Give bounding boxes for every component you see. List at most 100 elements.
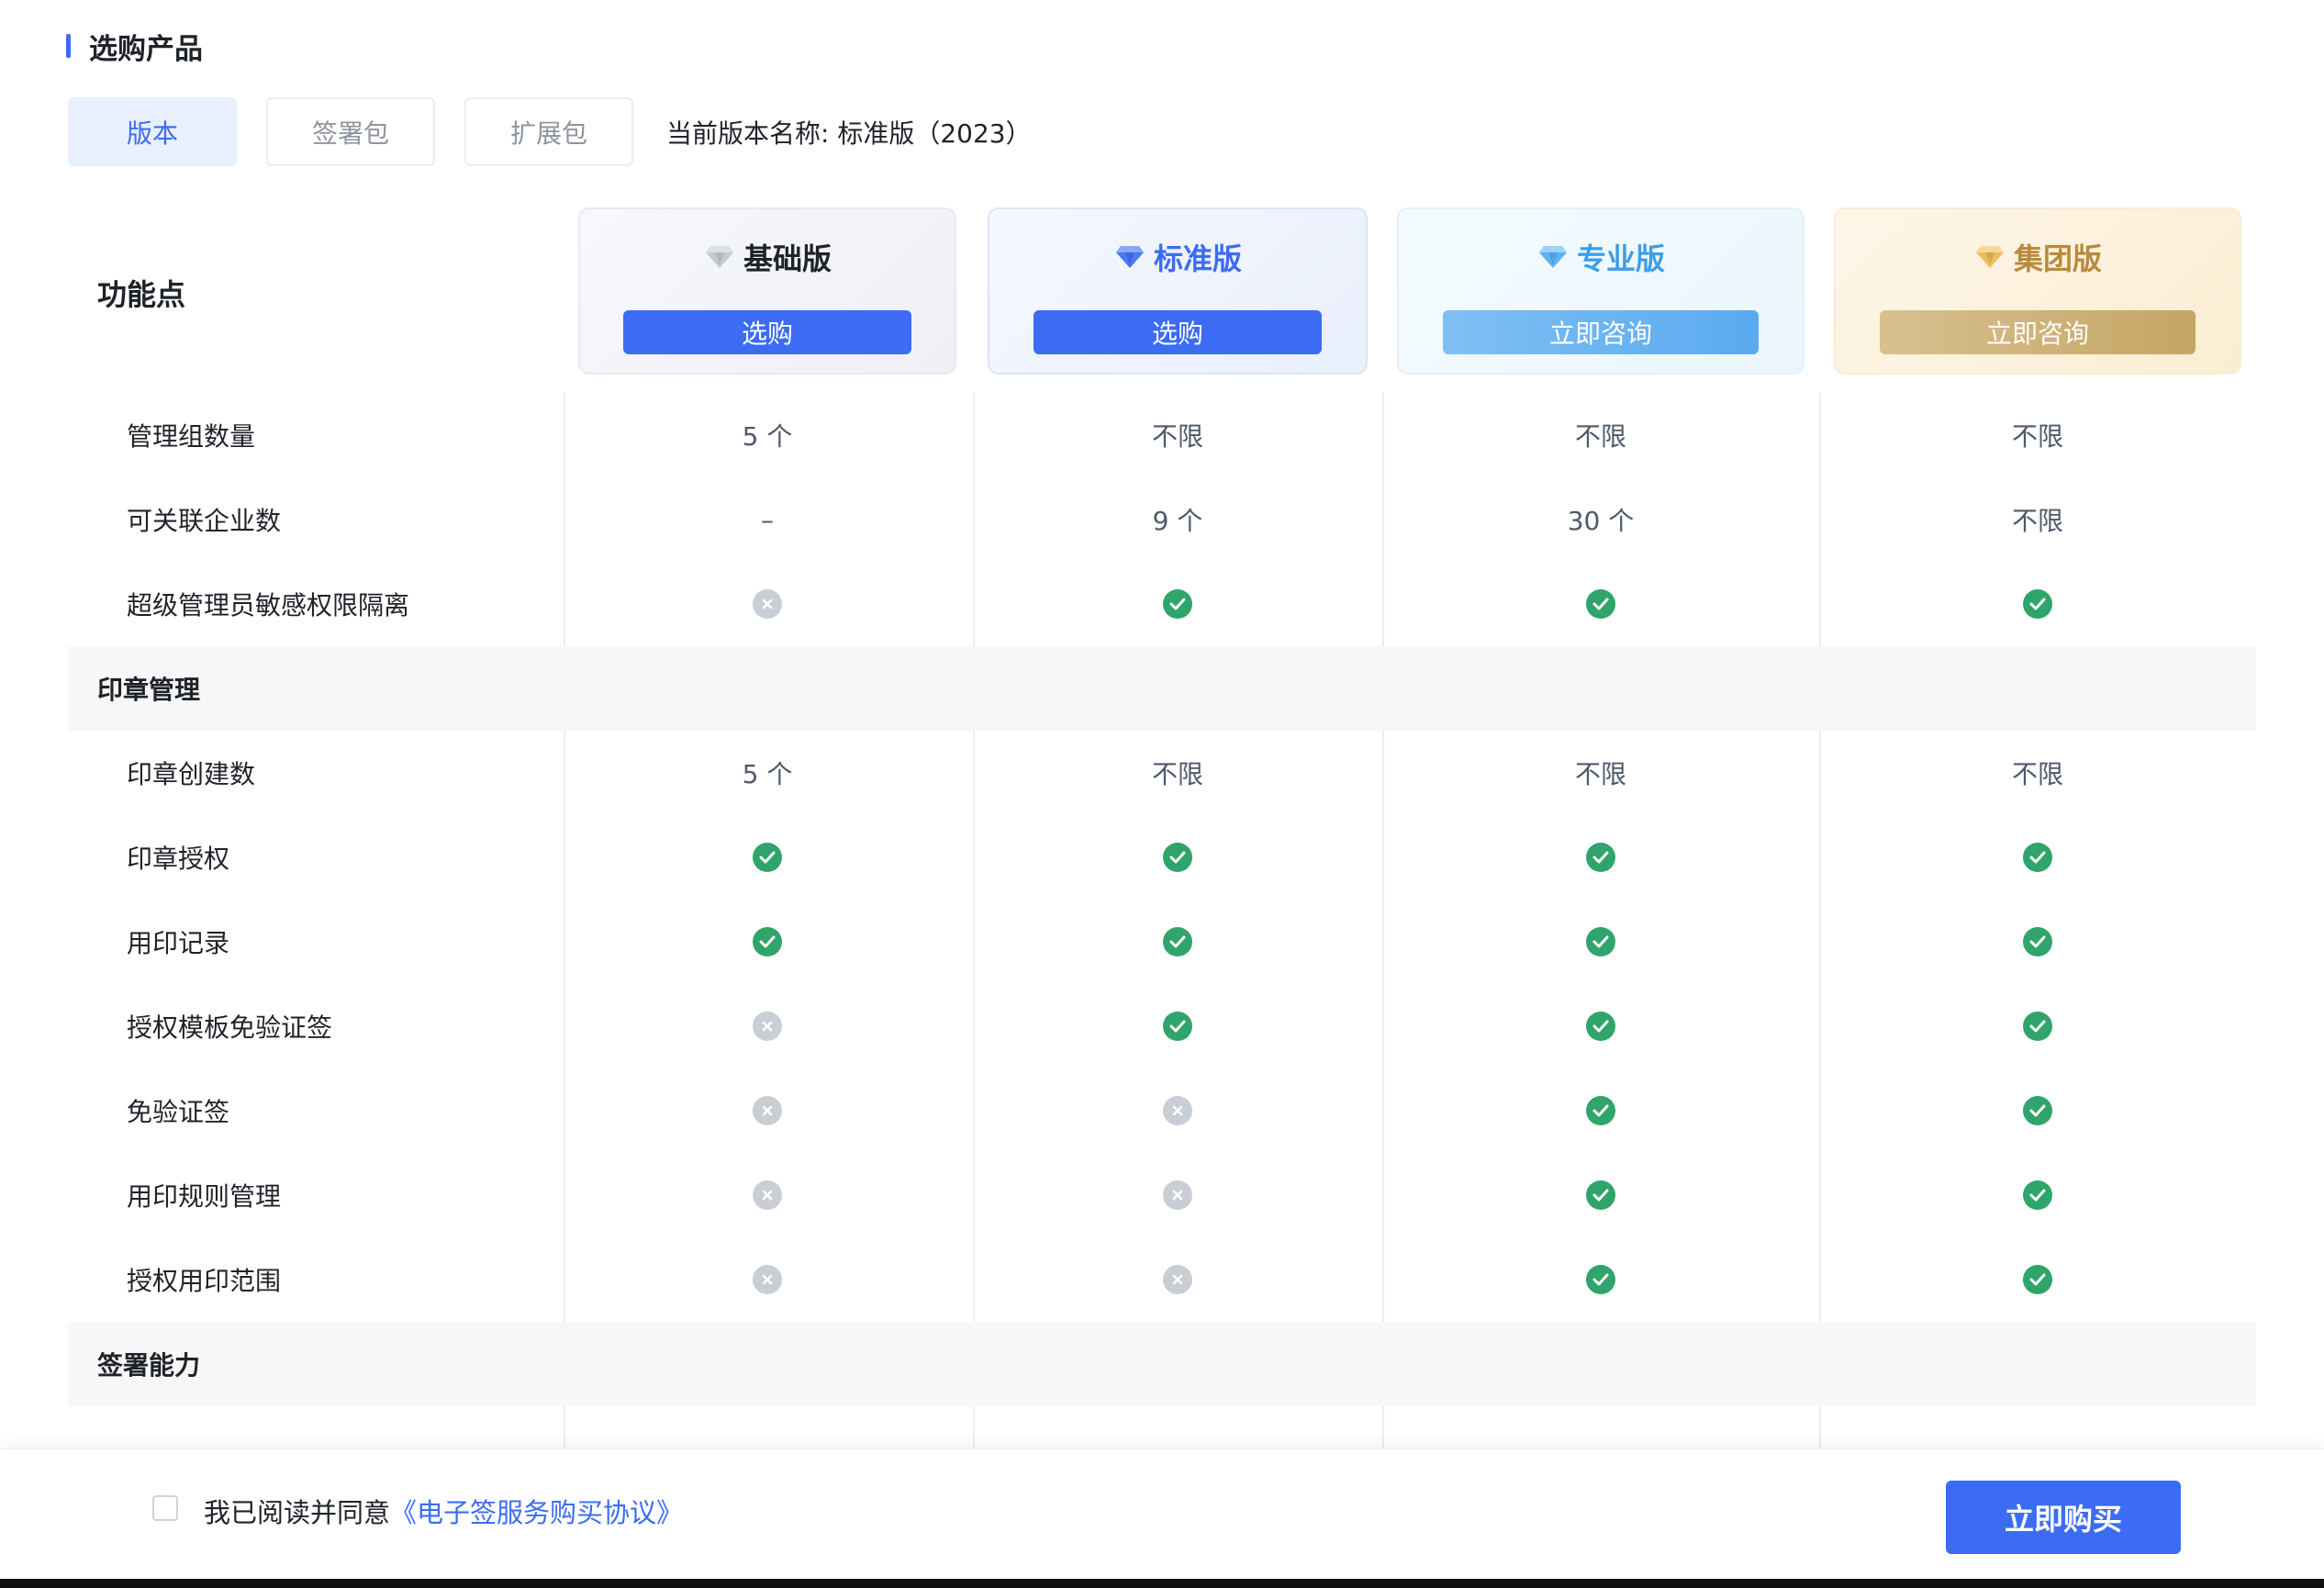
table-cell [564,1068,971,1153]
table-cell-value: 9 个 [1152,506,1203,536]
check-circle-icon [1586,927,1615,956]
cross-circle-icon [753,1012,782,1041]
agreement-text: 我已阅读并同意《电子签服务购买协议》 [204,1492,683,1530]
group-label: 签署能力 [97,1350,201,1381]
cross-circle-icon [753,1180,782,1210]
check-circle-icon [1163,589,1192,619]
diamond-icon [1113,240,1146,274]
feature-label: 可关联企业数 [127,506,282,536]
table-header: 功能点 基础版 选购 标准版 选购 专业版 立即咨询 集团版 立即咨询 [68,207,2256,380]
table-cell [1819,815,2256,900]
table-cell [1819,984,2256,1068]
table-cell [973,1068,1382,1153]
tab-version[interactable]: 版本 [68,97,237,166]
cross-circle-icon [1163,1265,1192,1294]
table-cell-value: 不限 [1151,421,1203,452]
table-row: 印章授权 [68,815,2256,900]
table-cell-value: 30 个 [1567,506,1635,536]
table-cell [1819,1237,2256,1322]
table-row: 管理组数量 5 个 不限 不限 不限 [68,393,2256,477]
table-cell [564,984,971,1068]
check-circle-icon [1163,1012,1192,1041]
table-cell [973,1237,1382,1322]
tab-signing-pack[interactable]: 签署包 [266,97,435,166]
agreement-checkbox[interactable] [152,1495,178,1521]
feature-label: 用印记录 [127,928,230,958]
diamond-icon [1536,240,1570,274]
table-cell [973,1153,1382,1237]
consult-group-button[interactable]: 立即咨询 [1880,310,2196,354]
table-cell-value: – [761,504,774,535]
diamond-icon [1973,240,2006,274]
check-circle-icon [1586,1180,1615,1210]
table-cell [973,900,1382,984]
table-cell [564,815,971,900]
plan-name-standard: 标准版 [1153,241,1242,276]
table-cell [564,1237,971,1322]
check-circle-icon [2023,1265,2052,1294]
table-cell [1382,562,1819,646]
check-circle-icon [2023,1012,2052,1041]
table-cell [973,984,1382,1068]
agreement-link[interactable]: 《电子签服务购买协议》 [390,1497,683,1528]
section-accent-bar [66,34,71,58]
check-circle-icon [1586,843,1615,872]
plan-name-pro: 专业版 [1576,241,1665,276]
section-header: 选购产品 [66,28,203,66]
table-row: 免验证签 [68,1068,2256,1153]
table-cell [564,1153,971,1237]
table-cell-value: 不限 [2011,506,2063,536]
cross-circle-icon [1163,1180,1192,1210]
group-row: 签署能力 [68,1322,2256,1406]
check-circle-icon [2023,1096,2052,1125]
buy-now-button[interactable]: 立即购买 [1946,1481,2181,1554]
consult-pro-button[interactable]: 立即咨询 [1443,310,1759,354]
table-row: 用印规则管理 [68,1153,2256,1237]
table-row: 超级管理员敏感权限隔离 [68,562,2256,646]
feature-label: 用印规则管理 [127,1181,282,1212]
check-circle-icon [1163,927,1192,956]
table-cell [1382,815,1819,900]
feature-label: 印章创建数 [127,759,256,789]
plan-card-group: 集团版 立即咨询 [1834,207,2241,375]
table-cell [1382,1068,1819,1153]
table-cell [1382,1237,1819,1322]
feature-label: 超级管理员敏感权限隔离 [127,590,410,621]
cross-circle-icon [753,589,782,619]
plan-card-basic: 基础版 选购 [578,207,956,375]
check-circle-icon [753,927,782,956]
table-body: 管理组数量 5 个不限 不限 不限可关联企业数 – 9 个 30 个 不限超级管理员敏感权限隔… [68,393,2256,1586]
purchase-footer: 我已阅读并同意《电子签服务购买协议》 立即购买 [0,1448,2324,1579]
table-cell [973,562,1382,646]
table-cell [564,900,971,984]
check-circle-icon [1586,1265,1615,1294]
cross-circle-icon [1163,1096,1192,1125]
group-row: 印章管理 [68,646,2256,731]
select-basic-button[interactable]: 选购 [623,310,911,354]
table-cell [973,815,1382,900]
check-circle-icon [2023,1180,2052,1210]
table-row: 授权用印范围 [68,1237,2256,1322]
cross-circle-icon [753,1265,782,1294]
group-label: 印章管理 [97,675,201,705]
plan-name-group: 集团版 [2013,241,2102,276]
plan-name-basic: 基础版 [743,241,832,276]
tab-extension-pack[interactable]: 扩展包 [464,97,633,166]
current-version-text: 当前版本名称: 标准版（2023） [666,117,1032,149]
cross-circle-icon [753,1096,782,1125]
agreement-prefix: 我已阅读并同意 [204,1497,391,1528]
product-tabs: 版本 签署包 扩展包 当前版本名称: 标准版（2023） [68,97,1032,166]
table-cell [1382,900,1819,984]
table-row: 用印记录 [68,900,2256,984]
feature-label: 印章授权 [127,844,230,874]
diamond-icon [703,240,736,274]
feature-label: 授权模板免验证签 [127,1012,333,1043]
table-cell [1382,984,1819,1068]
feature-label: 免验证签 [127,1097,230,1127]
check-circle-icon [1163,843,1192,872]
check-circle-icon [1586,1096,1615,1125]
select-standard-button[interactable]: 选购 [1034,310,1322,354]
check-circle-icon [1586,1012,1615,1041]
check-circle-icon [753,843,782,872]
check-circle-icon [2023,589,2052,619]
